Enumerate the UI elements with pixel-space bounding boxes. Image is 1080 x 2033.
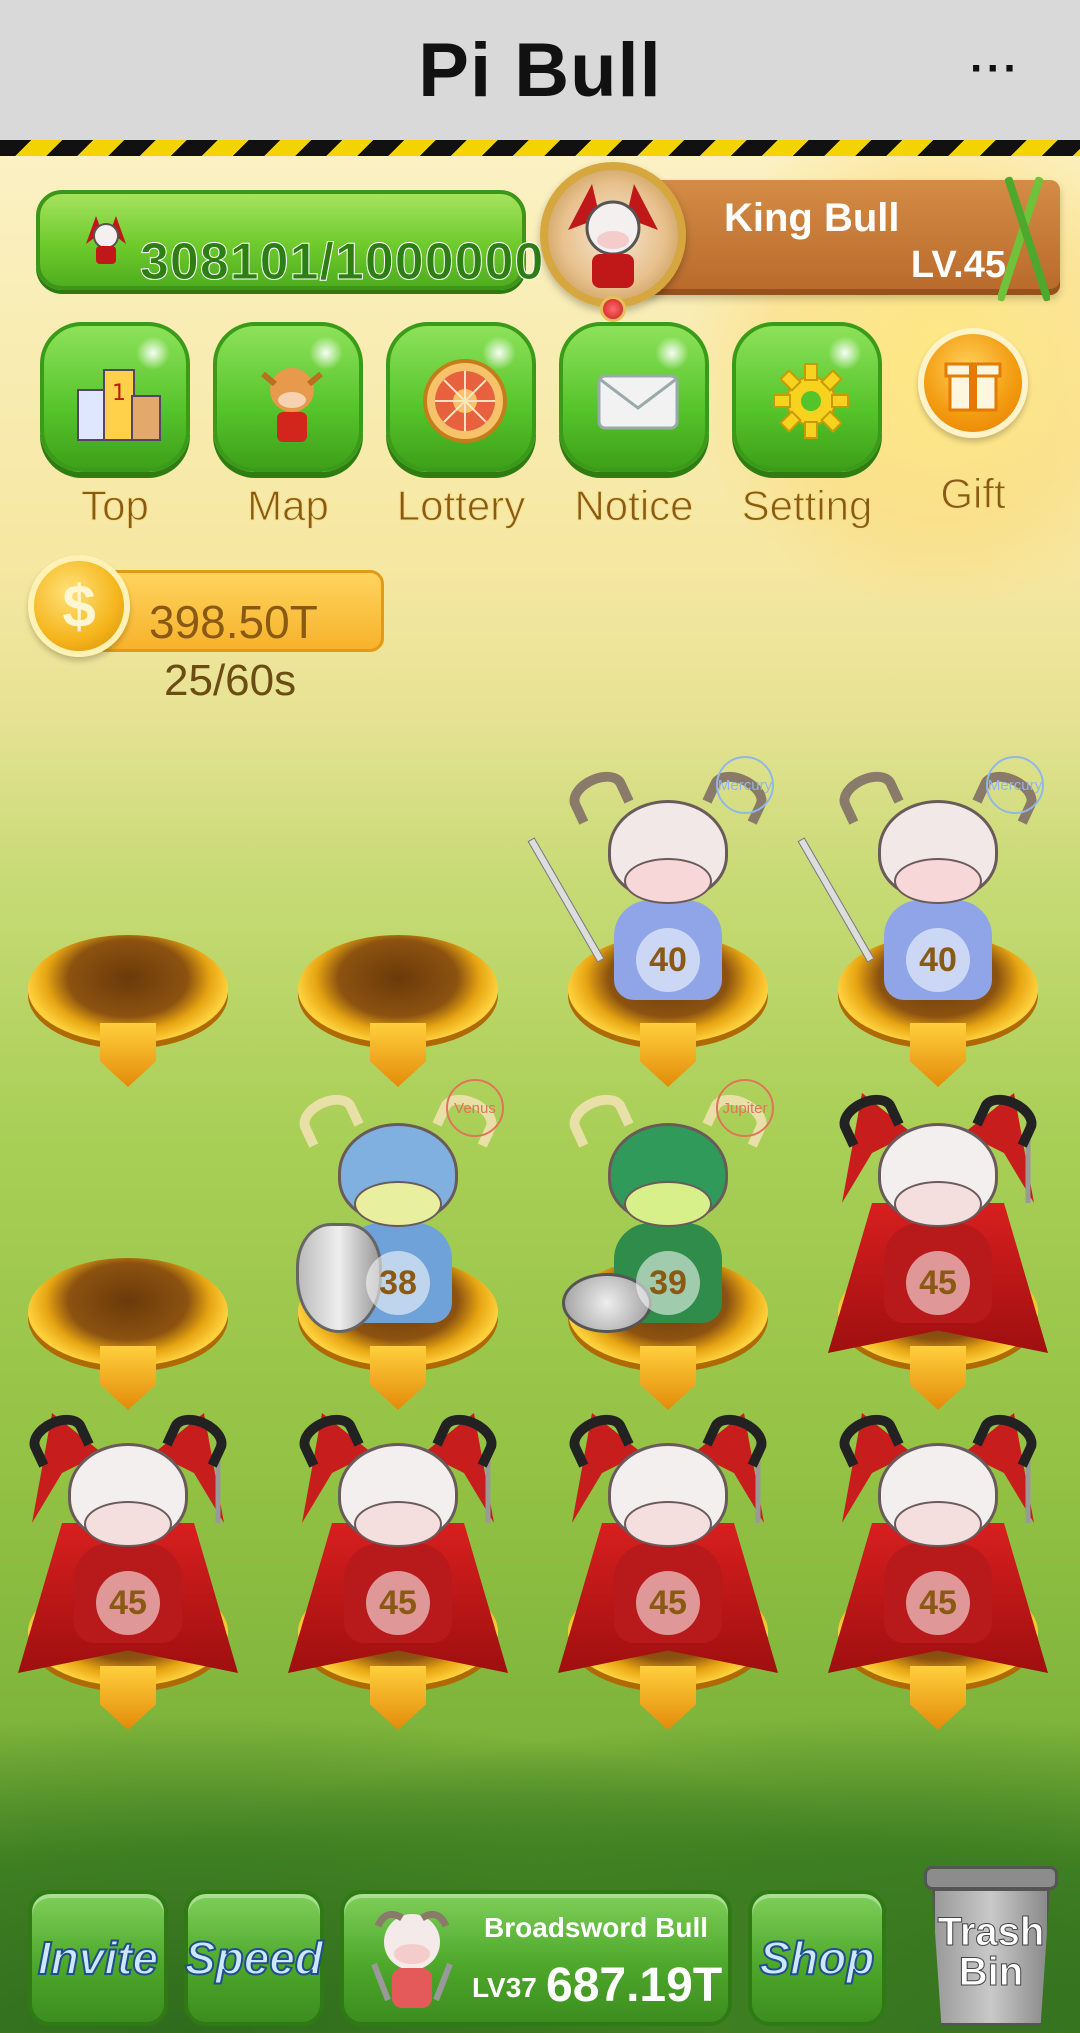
trash-label: Trash Bin — [937, 1910, 1045, 1994]
unit-level: 38 — [366, 1251, 430, 1315]
unit-level: 40 — [906, 928, 970, 992]
rank-board: King Bull LV.45 — [640, 176, 1060, 302]
rank-name: King Bull — [724, 196, 900, 240]
more-menu-icon[interactable]: ··· — [970, 44, 1020, 94]
map-label: Map — [247, 482, 330, 530]
coin-timer: 25/60s — [164, 656, 297, 705]
page-title: Pi Bull — [418, 27, 662, 113]
gift-button[interactable] — [918, 328, 1028, 438]
grid-slot[interactable] — [28, 935, 228, 1095]
bull-muzzle — [894, 1501, 982, 1547]
bull-muzzle — [624, 1181, 712, 1227]
buy-bull-level: LV37 — [472, 1972, 537, 2003]
gift-icon — [944, 362, 1002, 412]
setting-button[interactable] — [732, 322, 882, 472]
unit-level: 39 — [636, 1251, 700, 1315]
bull-unit-king[interactable]: 45 — [828, 1403, 1048, 1673]
bull-unit-king[interactable]: 45 — [18, 1403, 238, 1673]
top-label: Top — [81, 482, 150, 530]
coin-amount: 398.50T — [149, 596, 318, 648]
planet-badge: Jupiter — [716, 1079, 774, 1137]
grid-slot[interactable] — [28, 1258, 228, 1418]
xp-value: 308101/1000000 — [139, 233, 545, 292]
unit-level: 45 — [96, 1571, 160, 1635]
bull-muzzle — [894, 1181, 982, 1227]
bull-unit-king[interactable]: 45 — [288, 1403, 508, 1673]
planet-badge: Mercury — [716, 756, 774, 814]
title-bar: Pi Bull ··· — [0, 0, 1080, 140]
player-avatar[interactable] — [540, 162, 686, 322]
lottery-label: Lottery — [396, 482, 526, 530]
lottery-button[interactable] — [386, 322, 536, 472]
bull-map-icon — [242, 351, 342, 451]
trash-lid — [924, 1866, 1058, 1890]
xp-bar: 308101/1000000 — [36, 190, 544, 292]
bull-muzzle — [894, 858, 982, 904]
pedestal — [298, 935, 498, 1043]
hazard-stripe — [0, 140, 1080, 156]
bull-muzzle — [84, 1501, 172, 1547]
top-button[interactable]: 1 — [40, 322, 190, 472]
planet-badge: Mercury — [986, 756, 1044, 814]
speed-button[interactable]: Speed — [184, 1890, 324, 2026]
wheel-icon — [415, 351, 515, 451]
unit-level: 40 — [636, 928, 700, 992]
setting-label: Setting — [741, 482, 873, 530]
bull-unit-sword[interactable]: 40 Mercury — [797, 756, 1048, 1020]
grid-slot[interactable] — [298, 935, 498, 1095]
buy-bull-price: 687.19T — [546, 1959, 723, 2012]
king-bull-icon — [568, 184, 658, 288]
buy-bull-button[interactable]: Broadsword Bull LV37 687.19T — [340, 1890, 732, 2026]
bull-unit-king[interactable]: 45 — [828, 1083, 1048, 1353]
notice-button[interactable] — [559, 322, 709, 472]
avatar-gem — [600, 296, 626, 322]
bull-unit-shield[interactable]: 38 Venus — [288, 1079, 508, 1343]
speed-label: Speed — [184, 1931, 324, 1985]
invite-label: Invite — [37, 1931, 159, 1985]
broadsword-bull-icon — [371, 1910, 453, 2008]
rank-level: LV.45 — [910, 244, 1006, 286]
bull-avatar-icon — [86, 216, 126, 264]
bamboo-icon — [998, 176, 1050, 302]
bull-unit-axe[interactable]: 39 Jupiter — [558, 1079, 778, 1343]
main-menu: 1 Top Map Lottery Notice Setting Gift — [0, 322, 1080, 542]
pedestal — [28, 1258, 228, 1366]
trash-bin-button[interactable]: Trash Bin — [920, 1866, 1062, 2026]
planet-badge: Venus — [446, 1079, 504, 1137]
bull-muzzle — [354, 1181, 442, 1227]
unit-level: 45 — [366, 1571, 430, 1635]
shop-label: Shop — [759, 1931, 876, 1985]
gear-icon — [761, 351, 861, 451]
dollar-coin-icon: $ — [28, 555, 130, 657]
bull-muzzle — [624, 1501, 712, 1547]
bull-unit-king[interactable]: 45 — [558, 1403, 778, 1673]
unit-level: 45 — [906, 1251, 970, 1315]
gift-label: Gift — [940, 470, 1006, 518]
shop-button[interactable]: Shop — [748, 1890, 886, 2026]
notice-label: Notice — [574, 482, 694, 530]
coin-bar: 398.50T — [92, 570, 384, 652]
unit-level: 45 — [906, 1571, 970, 1635]
bull-unit-sword[interactable]: 40 Mercury — [527, 756, 778, 1020]
map-button[interactable] — [213, 322, 363, 472]
invite-button[interactable]: Invite — [28, 1890, 168, 2026]
envelope-icon — [588, 351, 688, 451]
buy-bull-name: Broadsword Bull — [484, 1912, 709, 1943]
svg-text:1: 1 — [112, 381, 126, 406]
pedestal — [28, 935, 228, 1043]
bull-muzzle — [624, 858, 712, 904]
unit-level: 45 — [636, 1571, 700, 1635]
bull-muzzle — [354, 1501, 442, 1547]
podium-icon: 1 — [69, 351, 169, 451]
